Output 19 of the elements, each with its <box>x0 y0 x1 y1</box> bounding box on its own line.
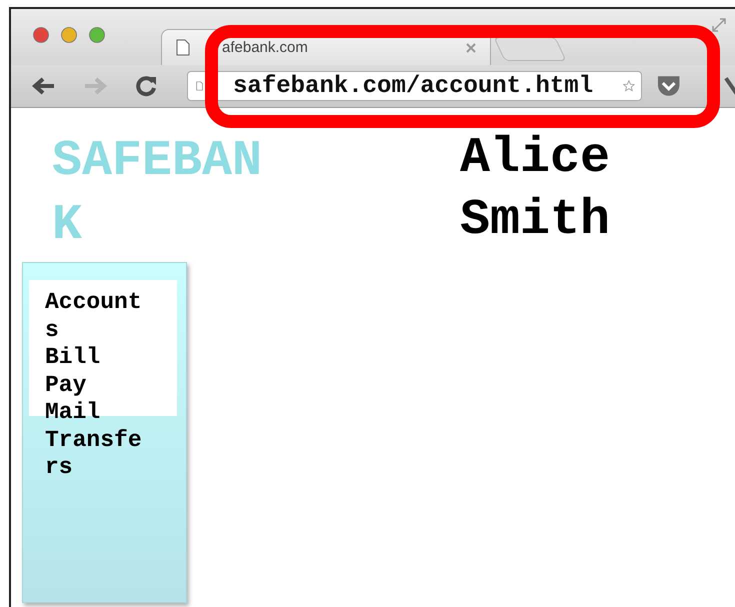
back-icon <box>32 77 56 95</box>
forward-icon <box>82 77 107 95</box>
address-bar[interactable]: safebank.com/account.html <box>186 71 642 101</box>
site-logo: SAFEBANK <box>52 132 262 256</box>
pocket-icon[interactable] <box>656 74 682 98</box>
nav-link[interactable]: Mail <box>45 399 142 426</box>
nav-link[interactable]: Accounts <box>45 289 142 344</box>
nav-link[interactable]: Bill Pay <box>45 344 142 399</box>
new-tab-button[interactable] <box>493 37 567 61</box>
window-control-icon[interactable] <box>89 27 105 43</box>
reload-icon <box>135 75 158 97</box>
fullscreen-icon[interactable] <box>711 17 727 33</box>
nav-link[interactable]: Transfers <box>45 426 142 482</box>
page-icon <box>176 39 190 56</box>
tab-title: afebank.com <box>221 39 309 56</box>
user-name: Alice Smith <box>460 129 612 251</box>
close-icon[interactable] <box>466 42 476 52</box>
window-control-icon[interactable] <box>33 27 49 43</box>
window-control-icon[interactable] <box>61 27 77 43</box>
